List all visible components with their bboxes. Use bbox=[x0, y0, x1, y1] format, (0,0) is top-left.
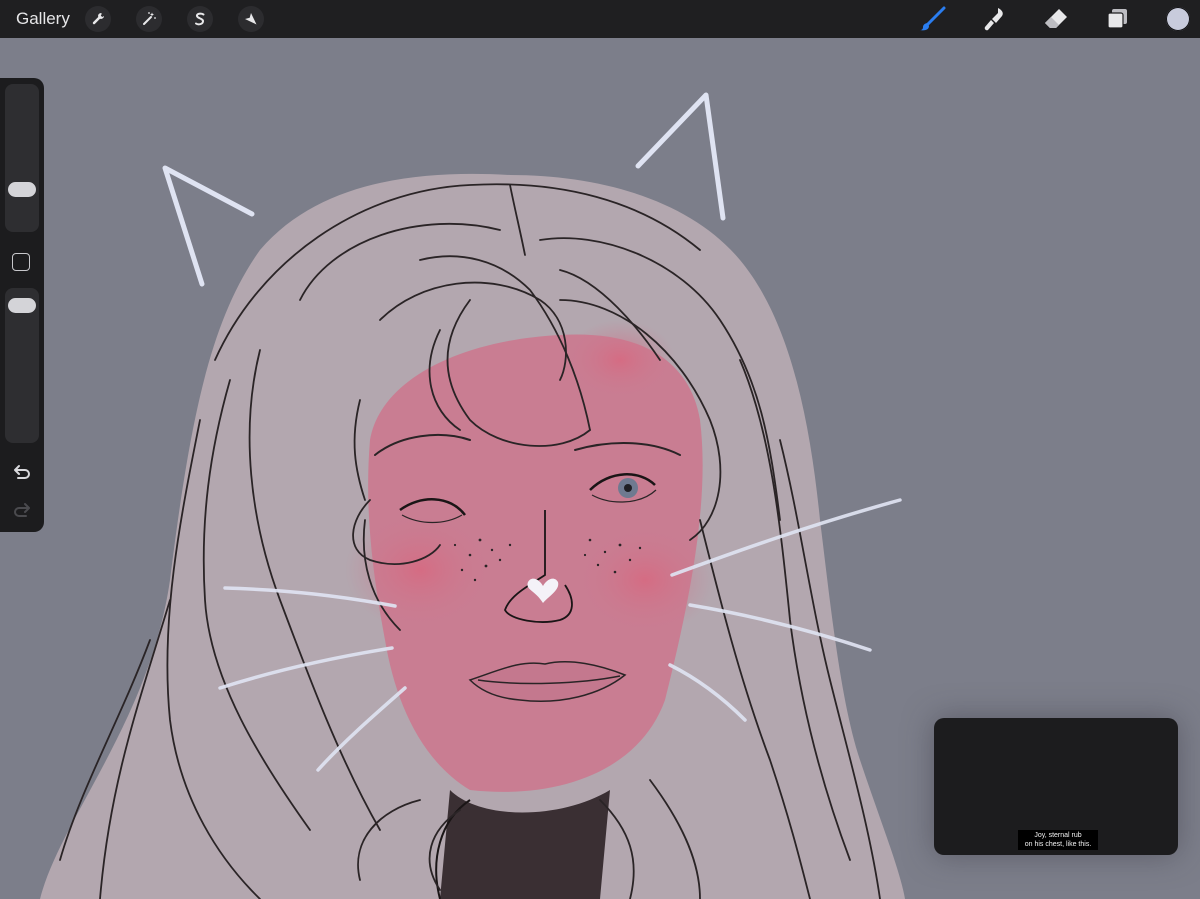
magic-wand-icon bbox=[143, 12, 156, 25]
layers-tool[interactable] bbox=[1104, 5, 1132, 33]
procreate-app: Gallery Joy, sternal rub on his chest, l… bbox=[0, 0, 1200, 899]
transform-button[interactable] bbox=[238, 6, 264, 32]
redo-button[interactable] bbox=[11, 500, 33, 522]
caption-line-1: Joy, sternal rub bbox=[1034, 832, 1082, 839]
brush-size-slider[interactable] bbox=[5, 84, 39, 232]
layers-icon bbox=[1107, 9, 1127, 29]
modify-button[interactable] bbox=[12, 253, 30, 271]
undo-button[interactable] bbox=[11, 462, 33, 484]
side-toolbar bbox=[0, 78, 44, 532]
brush-size-thumb[interactable] bbox=[8, 182, 36, 197]
arrow-transform-icon bbox=[245, 13, 257, 25]
opacity-slider[interactable] bbox=[5, 288, 39, 443]
eraser-tool[interactable] bbox=[1042, 5, 1070, 33]
brush-icon bbox=[920, 6, 946, 31]
adjustments-button[interactable] bbox=[136, 6, 162, 32]
wrench-icon bbox=[92, 13, 104, 25]
eraser-icon bbox=[1045, 9, 1067, 28]
smudge-icon bbox=[984, 8, 1003, 31]
selection-s-icon bbox=[195, 12, 205, 26]
smudge-tool[interactable] bbox=[980, 5, 1008, 33]
video-overlay[interactable]: Joy, sternal rub on his chest, like this… bbox=[934, 718, 1178, 855]
color-picker-button[interactable] bbox=[1166, 7, 1190, 31]
gallery-button[interactable]: Gallery bbox=[16, 9, 70, 29]
opacity-thumb[interactable] bbox=[8, 298, 36, 313]
selection-button[interactable] bbox=[187, 6, 213, 32]
top-toolbar: Gallery bbox=[0, 0, 1200, 38]
brush-tool[interactable] bbox=[919, 5, 947, 33]
redo-icon bbox=[14, 503, 30, 517]
caption-line-2: on his chest, like this. bbox=[1024, 841, 1092, 848]
undo-icon bbox=[14, 465, 30, 479]
actions-button[interactable] bbox=[85, 6, 111, 32]
video-caption: Joy, sternal rub on his chest, like this… bbox=[1018, 830, 1098, 850]
